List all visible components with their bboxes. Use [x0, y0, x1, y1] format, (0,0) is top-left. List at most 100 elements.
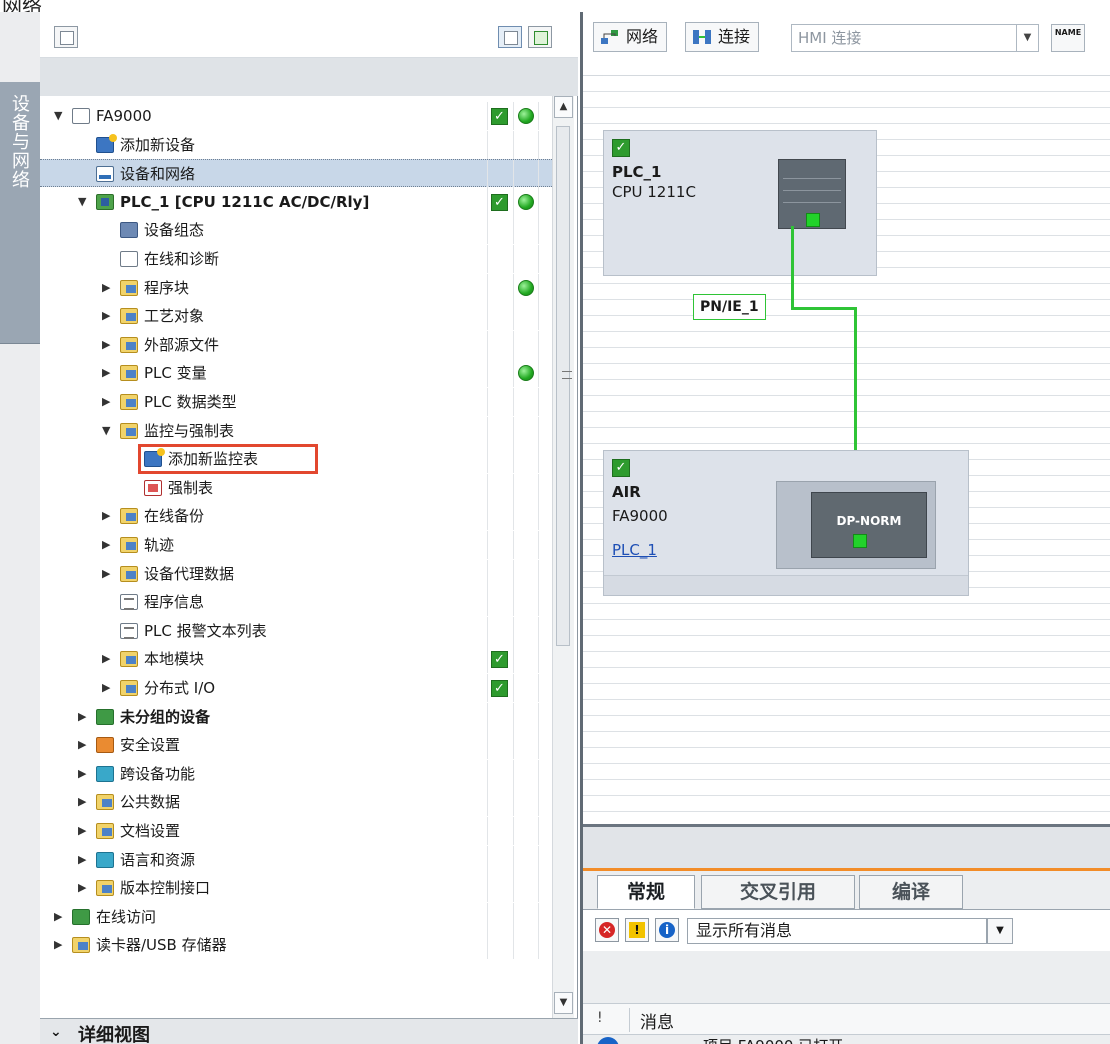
status-column-cell — [487, 302, 513, 330]
collapse-arrow-icon[interactable]: ▶ — [78, 731, 90, 759]
collapse-arrow-icon[interactable]: ▶ — [78, 788, 90, 816]
collapse-arrow-icon[interactable]: ▶ — [54, 931, 66, 959]
consistent-check-icon: ✓ — [491, 651, 508, 668]
io-device-controller-link[interactable]: PLC_1 — [612, 541, 657, 559]
plc-wire-segment — [791, 226, 794, 310]
tree-item[interactable]: 添加新监控表 — [40, 444, 564, 474]
collapse-arrow-icon[interactable]: ▶ — [78, 846, 90, 874]
properties-icon[interactable] — [528, 26, 552, 48]
scroll-up-button[interactable]: ▲ — [554, 96, 573, 118]
plc-profinet-port[interactable] — [806, 213, 820, 227]
collapse-arrow-icon[interactable]: ▶ — [102, 274, 114, 302]
collapse-arrow-icon[interactable]: ▶ — [78, 703, 90, 731]
collapse-arrow-icon[interactable]: ▶ — [102, 359, 114, 387]
status-column-cell — [513, 760, 539, 788]
card-reader-icon — [72, 937, 90, 953]
status-column-cell — [487, 731, 513, 759]
tree-item[interactable]: 设备组态 — [40, 216, 564, 244]
collapse-arrow-icon[interactable]: ▶ — [78, 874, 90, 902]
tree-vertical-scrollbar[interactable]: ▲ ▼ — [552, 96, 574, 1018]
online-backup-icon — [120, 508, 138, 524]
collapse-arrow-icon[interactable]: ▶ — [78, 760, 90, 788]
tab-general[interactable]: 常规 — [597, 875, 695, 909]
network-canvas[interactable]: ✓ PLC_1 CPU 1211C PN/IE_1 ✓ AIR FA9000 P… — [583, 76, 1110, 822]
tree-item[interactable]: ▶ PLC 数据类型 — [40, 388, 564, 416]
collapse-arrow-icon[interactable]: ▶ — [102, 531, 114, 559]
subnet-label[interactable]: PN/IE_1 — [693, 294, 766, 320]
status-column-cell — [487, 817, 513, 845]
tree-item[interactable]: ▶ 设备代理数据 — [40, 560, 564, 588]
tree-item[interactable]: ▶ 跨设备功能 — [40, 760, 564, 788]
collapse-arrow-icon[interactable]: ▶ — [102, 331, 114, 359]
tree-item[interactable]: PLC 报警文本列表 — [40, 617, 564, 645]
document-settings-icon — [96, 823, 114, 839]
status-column-cell — [513, 874, 539, 902]
message-filter-select[interactable]: 显示所有消息 — [687, 918, 987, 944]
connection-type-select[interactable]: HMI 连接 ▼ — [791, 24, 1039, 52]
tree-item[interactable]: 在线和诊断 — [40, 245, 564, 273]
collapse-arrow-icon[interactable]: ▶ — [102, 645, 114, 673]
tree-item[interactable]: 设备和网络 — [40, 159, 564, 188]
scroll-thumb[interactable] — [556, 126, 572, 646]
tree-item[interactable]: ▶ 安全设置 — [40, 731, 564, 759]
expand-arrow-icon[interactable]: ▼ — [102, 417, 114, 445]
plc-device-box[interactable]: ✓ PLC_1 CPU 1211C — [603, 130, 877, 276]
info-filter-button[interactable]: i — [655, 918, 679, 942]
tree-item[interactable]: ▶ 版本控制接口 — [40, 874, 564, 902]
tree-item[interactable]: ▶ 工艺对象 — [40, 302, 564, 330]
collapse-arrow-icon[interactable]: ▶ — [102, 674, 114, 702]
collapse-arrow-icon[interactable]: ▶ — [102, 388, 114, 416]
collapse-arrow-icon[interactable]: ▶ — [102, 302, 114, 330]
overview-icon[interactable] — [498, 26, 522, 48]
collapse-arrow-icon[interactable]: ▶ — [54, 903, 66, 931]
status-column-cell — [487, 331, 513, 359]
collapse-arrow-icon[interactable]: ▶ — [102, 560, 114, 588]
error-filter-button[interactable]: ✕ — [595, 918, 619, 942]
tree-item[interactable]: ▶ PLC 变量 — [40, 359, 564, 387]
tree-item[interactable]: ▶ 在线访问 — [40, 903, 564, 931]
chevron-down-icon[interactable]: ⌄ — [50, 1024, 62, 1040]
connections-button[interactable]: 连接 — [685, 22, 760, 52]
tree-item[interactable]: ▶ 文档设置 — [40, 817, 564, 845]
dp-module-frame[interactable]: DP-NORM — [776, 481, 936, 569]
collapse-arrow-icon[interactable]: ▶ — [102, 502, 114, 530]
tree-item[interactable]: ▶ 读卡器/USB 存储器 — [40, 931, 564, 959]
tree-item[interactable]: ▶ 未分组的设备 — [40, 703, 564, 731]
tree-item[interactable]: ▶ 本地模块 ✓ — [40, 645, 564, 673]
tree-item[interactable]: ▼ FA9000 ✓ — [40, 102, 564, 130]
network-view-button[interactable]: 网络 — [593, 22, 668, 52]
chevron-down-icon[interactable]: ▼ — [987, 918, 1013, 944]
expand-arrow-icon[interactable]: ▼ — [54, 102, 66, 130]
tree-item[interactable]: ▶ 外部源文件 — [40, 331, 564, 359]
chevron-down-icon[interactable]: ▼ — [1016, 25, 1038, 51]
status-column-cell — [487, 617, 513, 645]
tree-item[interactable]: ▼ 监控与强制表 — [40, 417, 564, 445]
tree-item[interactable]: ▶ 语言和资源 — [40, 846, 564, 874]
force-table-icon — [144, 480, 162, 496]
expand-arrow-icon[interactable]: ▼ — [78, 188, 90, 216]
tree-item[interactable]: ▶ 轨迹 — [40, 531, 564, 559]
tree-item[interactable]: 添加新设备 — [40, 131, 564, 159]
tree-item[interactable]: ▶ 分布式 I/O ✓ — [40, 674, 564, 702]
message-row[interactable]: 项目 FA9000 已打开。 — [583, 1035, 1110, 1044]
tree-item[interactable]: ▶ 程序块 — [40, 274, 564, 302]
status-column-cell — [513, 588, 539, 616]
tree-item[interactable]: 程序信息 — [40, 588, 564, 616]
tree-item-label: PLC 报警文本列表 — [144, 622, 267, 640]
warning-filter-button[interactable]: ! — [625, 918, 649, 942]
tree-item[interactable]: ▼ PLC_1 [CPU 1211C AC/DC/Rly] ✓ — [40, 188, 564, 216]
tab-cross-references[interactable]: 交叉引用 — [701, 875, 855, 909]
scroll-down-button[interactable]: ▼ — [554, 992, 573, 1014]
device-ok-check-icon: ✓ — [612, 139, 630, 157]
tree-item[interactable]: ▶ 在线备份 — [40, 502, 564, 530]
project-view-icon[interactable] — [54, 26, 78, 48]
io-device-box[interactable]: ✓ AIR FA9000 PLC_1 DP-NORM — [603, 450, 969, 596]
side-tab[interactable]: 设备与网络 — [0, 12, 40, 1044]
tree-item[interactable]: ▶ 公共数据 — [40, 788, 564, 816]
collapse-arrow-icon[interactable]: ▶ — [78, 817, 90, 845]
detail-view-header[interactable]: ⌄ 详细视图 — [40, 1018, 578, 1044]
io-device-port[interactable] — [853, 534, 867, 548]
tree-item[interactable]: 强制表 — [40, 474, 564, 502]
name-display-button[interactable]: NAME — [1051, 24, 1085, 52]
tab-compile[interactable]: 编译 — [859, 875, 963, 909]
